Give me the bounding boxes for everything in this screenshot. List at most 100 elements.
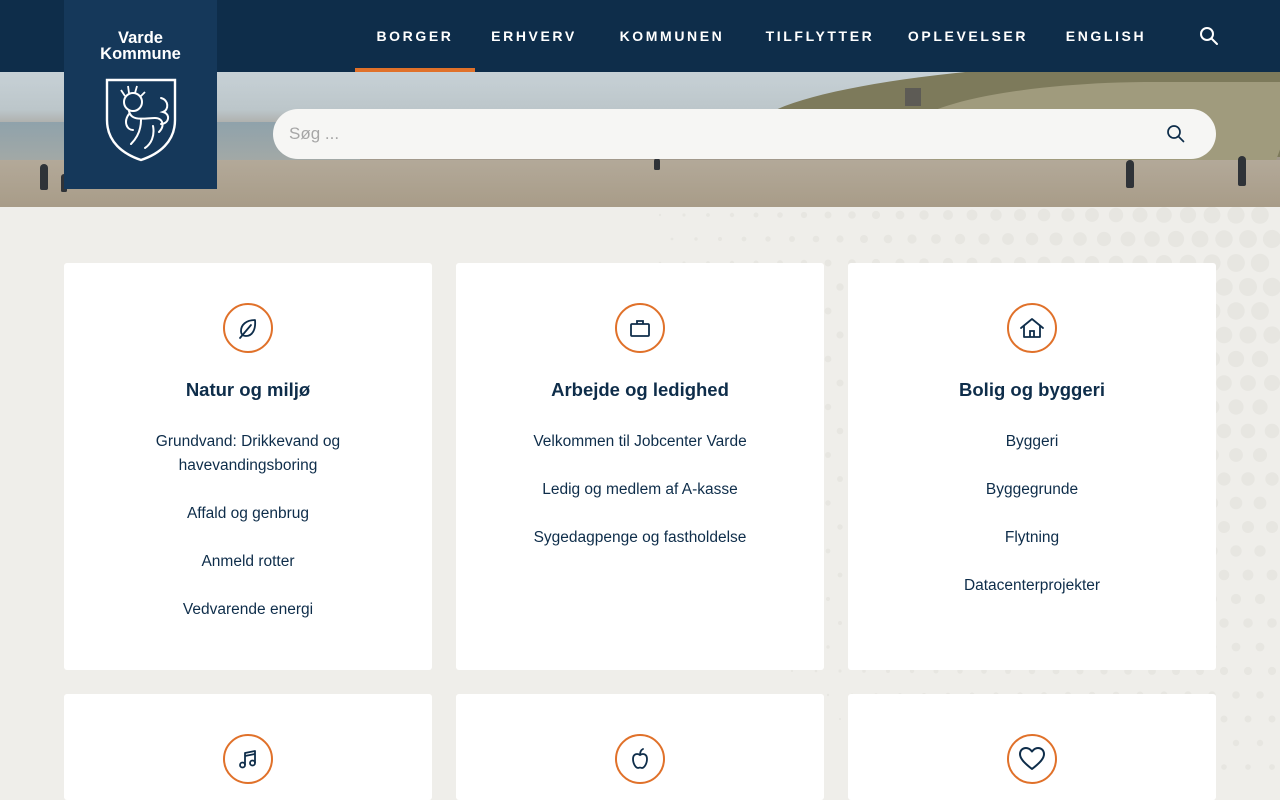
nav-item-kommunen[interactable]: KOMMUNEN [593, 0, 751, 72]
pattern-dot [1256, 691, 1264, 699]
pattern-dot [1267, 666, 1277, 676]
pattern-dot [837, 524, 843, 530]
card-link[interactable]: Ledig og medlem af A-kasse [496, 478, 784, 502]
pattern-dot [1144, 231, 1160, 247]
pattern-dot [1242, 569, 1254, 581]
pattern-dot [1216, 423, 1232, 439]
pattern-dot [1227, 207, 1245, 224]
pattern-dot [706, 213, 710, 217]
card-title[interactable]: Natur og miljø [64, 379, 432, 401]
pattern-dot [1221, 764, 1227, 770]
search-icon [1200, 27, 1218, 45]
pattern-dot [1218, 569, 1230, 581]
pattern-dot [990, 209, 1002, 221]
brand-name-line2: Kommune [100, 45, 181, 63]
card-link[interactable]: Grundvand: Drikkevand og havevandingsbor… [104, 430, 392, 478]
pattern-dot [825, 548, 831, 554]
brand-logo[interactable]: Varde Kommune [64, 0, 217, 189]
pattern-dot [824, 211, 832, 219]
pattern-dot [1266, 521, 1278, 533]
pattern-dot [1085, 208, 1099, 222]
card-link[interactable]: Byggegrunde [888, 478, 1176, 502]
card-icon-circle[interactable] [1007, 734, 1057, 784]
pattern-dot [1264, 423, 1280, 439]
card-icon-circle[interactable] [223, 303, 273, 353]
pattern-dot [1254, 593, 1266, 605]
nav-item-oplevelser[interactable]: OPLEVELSER [889, 0, 1047, 72]
card-link[interactable]: Vedvarende energi [104, 598, 392, 622]
card-link[interactable]: Flytning [888, 526, 1176, 550]
pattern-dot [1252, 399, 1268, 415]
pattern-dot [954, 233, 966, 245]
leaf-icon [239, 319, 257, 339]
card-link[interactable]: Anmeld rotter [104, 550, 392, 574]
pattern-dot [1227, 350, 1245, 368]
nav-item-borger[interactable]: BORGER [355, 0, 475, 72]
pattern-dot [1215, 230, 1233, 248]
briefcase-icon [630, 320, 650, 337]
search-input[interactable] [273, 109, 1153, 159]
card-link[interactable]: Datacenterprojekter [888, 574, 1176, 598]
pattern-dot [1245, 764, 1251, 770]
pattern-dot [1269, 764, 1275, 770]
pattern-dot [1025, 232, 1039, 246]
apple-icon [632, 748, 648, 769]
nav-item-english[interactable]: ENGLISH [1047, 0, 1165, 72]
category-card-kultur [64, 694, 432, 800]
nav-item-erhverv[interactable]: ERHVERV [475, 0, 593, 72]
pattern-dot [826, 645, 830, 649]
pattern-dot [1255, 642, 1265, 652]
pattern-dot [1251, 350, 1269, 368]
pattern-dot [1167, 230, 1185, 248]
pattern-dot [1266, 569, 1278, 581]
card-icon-circle[interactable] [223, 734, 273, 784]
pattern-dot [1108, 207, 1124, 223]
pattern-dot [825, 500, 831, 506]
card-title[interactable]: Arbejde og ledighed [456, 379, 824, 401]
pattern-dot [1215, 278, 1233, 296]
pattern-dot [1217, 472, 1231, 486]
category-card-arbejde: Arbejde og ledighed Velkommen til Jobcen… [456, 263, 824, 670]
pattern-dot [838, 669, 842, 673]
pattern-dot [790, 669, 794, 673]
pattern-dot [1132, 207, 1148, 223]
card-icon-circle[interactable] [615, 303, 665, 353]
pattern-dot [1227, 302, 1245, 320]
pattern-dot [826, 693, 830, 697]
main-nav: BORGER ERHVERV KOMMUNEN TILFLYTTER OPLEV… [355, 0, 1165, 72]
pattern-dot [1037, 208, 1051, 222]
pattern-dot [1203, 207, 1221, 224]
card-link[interactable]: Affald og genbrug [104, 502, 392, 526]
pattern-dot [1073, 232, 1087, 246]
pattern-dot [838, 717, 842, 721]
card-title[interactable]: Bolig og byggeri [848, 379, 1216, 401]
pattern-dot [943, 210, 953, 220]
pattern-dot [777, 212, 783, 218]
pattern-dot [1215, 326, 1233, 344]
pattern-dot [836, 331, 844, 339]
pattern-dot [837, 476, 843, 482]
card-icon-circle[interactable] [1007, 303, 1057, 353]
pattern-dot [1251, 302, 1269, 320]
pattern-dot [836, 283, 844, 291]
card-link[interactable]: Sygedagpenge og fastholdelse [496, 526, 784, 550]
card-link-list: Byggeri Byggegrunde Flytning Datacenterp… [888, 430, 1176, 622]
pattern-dot [836, 235, 844, 243]
pattern-dot [765, 236, 771, 242]
search-submit-button[interactable] [1161, 119, 1191, 149]
card-link[interactable]: Byggeri [888, 430, 1176, 454]
card-link[interactable]: Velkommen til Jobcenter Varde [496, 430, 784, 454]
pattern-dot [1262, 277, 1280, 297]
nav-item-tilflytter[interactable]: TILFLYTTER [751, 0, 889, 72]
pattern-dot [717, 236, 723, 242]
pattern-dot [907, 234, 917, 244]
pattern-dot [1254, 545, 1266, 557]
pattern-dot [837, 572, 843, 578]
nav-search-button[interactable] [1194, 21, 1224, 51]
pattern-dot [729, 212, 735, 218]
pattern-dot [1228, 399, 1244, 415]
pattern-dot [1049, 232, 1063, 246]
pattern-dot [824, 259, 832, 267]
card-icon-circle[interactable] [615, 734, 665, 784]
pattern-dot [1243, 618, 1253, 628]
